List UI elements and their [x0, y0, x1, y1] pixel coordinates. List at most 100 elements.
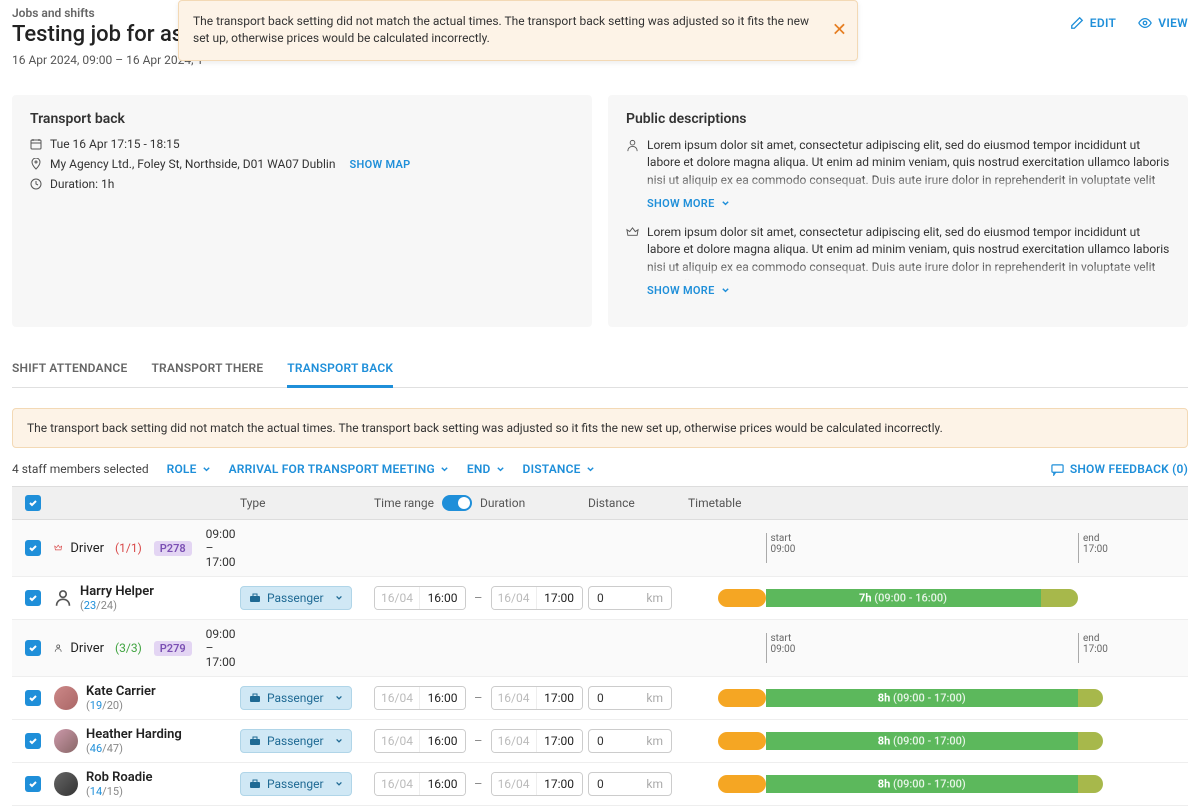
tab-attendance[interactable]: SHIFT ATTENDANCE: [12, 351, 127, 388]
card-title: Transport back: [30, 111, 574, 127]
row-checkbox[interactable]: [25, 590, 41, 606]
suitcase-icon: [249, 735, 261, 747]
crown-icon: [54, 539, 62, 557]
table-toolbar: 4 staff members selected ROLE ARRIVAL FO…: [12, 462, 1188, 476]
show-feedback-link[interactable]: SHOW FEEDBACK (0): [1051, 462, 1188, 476]
start-time-input[interactable]: 16/0416:00: [374, 586, 466, 610]
table-row: Harry Helper (23/24) Passenger 16/0416:0…: [12, 577, 1188, 620]
type-select[interactable]: Passenger: [240, 586, 352, 610]
chevron-down-icon: [586, 465, 595, 474]
type-select[interactable]: Passenger: [240, 729, 352, 753]
table-row: Heather Harding(46/47) Passenger 16/0416…: [12, 720, 1188, 763]
group-role: Driver: [70, 541, 104, 556]
description-item: Lorem ipsum dolor sit amet, consectetur …: [626, 137, 1170, 193]
chevron-down-icon: [335, 694, 343, 702]
col-type: Type: [240, 496, 374, 510]
end-time-input[interactable]: 16/0417:00: [491, 586, 583, 610]
edit-button[interactable]: EDIT: [1070, 16, 1116, 30]
end-time-input[interactable]: 16/0417:00: [491, 686, 583, 710]
tab-transport-back[interactable]: TRANSPORT BACK: [287, 351, 393, 388]
member-timeline: 8h (09:00 - 17:00): [688, 773, 1188, 795]
col-timetable: Timetable: [688, 496, 1188, 510]
distance-input[interactable]: 0km: [588, 729, 672, 753]
transport-location: My Agency Ltd., Foley St, Northside, D01…: [30, 157, 574, 171]
end-time-input[interactable]: 16/0417:00: [491, 772, 583, 796]
group-ratio: (1/1): [115, 541, 142, 555]
edit-label: EDIT: [1090, 16, 1116, 30]
alert-banner: The transport back setting did not match…: [12, 408, 1188, 448]
avatar: [54, 772, 78, 796]
show-more-link[interactable]: SHOW MORE: [647, 197, 1170, 210]
transport-time: Tue 16 Apr 17:15 - 18:15: [30, 137, 574, 151]
suitcase-icon: [249, 592, 261, 604]
crown-icon: [626, 226, 639, 239]
end-dropdown[interactable]: END: [467, 462, 505, 476]
pin-icon: [30, 158, 42, 170]
staff-table: Type Time range Duration Distance Timetab…: [12, 486, 1188, 806]
transport-back-card: Transport back Tue 16 Apr 17:15 - 18:15 …: [12, 95, 592, 327]
chevron-down-icon: [721, 199, 730, 208]
type-select[interactable]: Passenger: [240, 686, 352, 710]
chevron-down-icon: [721, 286, 730, 295]
group-row: Driver (3/3) P279 09:00 – 17:00 start09:…: [12, 620, 1188, 677]
distance-input[interactable]: 0km: [588, 586, 672, 610]
group-row: Driver (1/1) P278 09:00 – 17:00 start09:…: [12, 520, 1188, 577]
table-row: Rob Roadie(14/15) Passenger 16/0416:00–1…: [12, 763, 1188, 806]
table-row: Kate Carrier(19/20) Passenger 16/0416:00…: [12, 677, 1188, 720]
chevron-down-icon: [335, 737, 343, 745]
row-checkbox[interactable]: [25, 640, 41, 656]
member-name[interactable]: Heather Harding: [86, 727, 182, 742]
col-range: Time range: [374, 496, 434, 510]
tabs: SHIFT ATTENDANCE TRANSPORT THERE TRANSPO…: [12, 351, 1188, 388]
show-more-link[interactable]: SHOW MORE: [647, 284, 1170, 297]
end-time-input[interactable]: 16/0417:00: [491, 729, 583, 753]
toast-banner: The transport back setting did not match…: [178, 0, 858, 61]
arrival-dropdown[interactable]: ARRIVAL FOR TRANSPORT MEETING: [229, 462, 449, 476]
group-role: Driver: [70, 641, 104, 656]
start-time-input[interactable]: 16/0416:00: [374, 772, 466, 796]
type-select[interactable]: Passenger: [240, 772, 352, 796]
member-timeline: 8h (09:00 - 17:00): [688, 687, 1188, 709]
close-icon[interactable]: ✕: [832, 20, 847, 41]
suitcase-icon: [249, 778, 261, 790]
chevron-down-icon: [335, 780, 343, 788]
member-timeline: 7h (09:00 - 16:00): [688, 587, 1188, 609]
comment-icon: [1051, 463, 1064, 476]
show-map-link[interactable]: SHOW MAP: [349, 158, 410, 171]
start-time-input[interactable]: 16/0416:00: [374, 729, 466, 753]
col-duration: Duration: [480, 496, 525, 510]
member-name[interactable]: Kate Carrier: [86, 684, 156, 699]
col-distance: Distance: [588, 496, 688, 510]
distance-input[interactable]: 0km: [588, 686, 672, 710]
row-checkbox[interactable]: [25, 776, 41, 792]
view-label: VIEW: [1158, 16, 1188, 30]
group-ratio: (3/3): [115, 641, 142, 655]
row-checkbox[interactable]: [25, 733, 41, 749]
public-descriptions-card: Public descriptions Lorem ipsum dolor si…: [608, 95, 1188, 327]
pencil-icon: [1070, 16, 1084, 30]
selected-count: 4 staff members selected: [12, 462, 149, 476]
view-button[interactable]: VIEW: [1138, 16, 1188, 30]
calendar-icon: [30, 138, 42, 150]
distance-dropdown[interactable]: DISTANCE: [523, 462, 595, 476]
table-header: Type Time range Duration Distance Timetab…: [12, 486, 1188, 520]
duration-toggle[interactable]: [442, 495, 472, 511]
group-time: 09:00 – 17:00: [206, 627, 240, 669]
group-badge: P279: [154, 641, 192, 656]
suitcase-icon: [249, 692, 261, 704]
person-icon: [54, 589, 72, 607]
group-time: 09:00 – 17:00: [206, 527, 240, 569]
member-name[interactable]: Harry Helper: [80, 584, 154, 599]
role-dropdown[interactable]: ROLE: [167, 462, 211, 476]
row-checkbox[interactable]: [25, 540, 41, 556]
member-name[interactable]: Rob Roadie: [86, 770, 152, 785]
card-title: Public descriptions: [626, 111, 1170, 127]
tab-transport-there[interactable]: TRANSPORT THERE: [151, 351, 263, 388]
start-time-input[interactable]: 16/0416:00: [374, 686, 466, 710]
distance-input[interactable]: 0km: [588, 772, 672, 796]
row-checkbox[interactable]: [25, 690, 41, 706]
chevron-down-icon: [202, 465, 211, 474]
group-badge: P278: [154, 541, 192, 556]
select-all-checkbox[interactable]: [25, 495, 41, 511]
chevron-down-icon: [440, 465, 449, 474]
